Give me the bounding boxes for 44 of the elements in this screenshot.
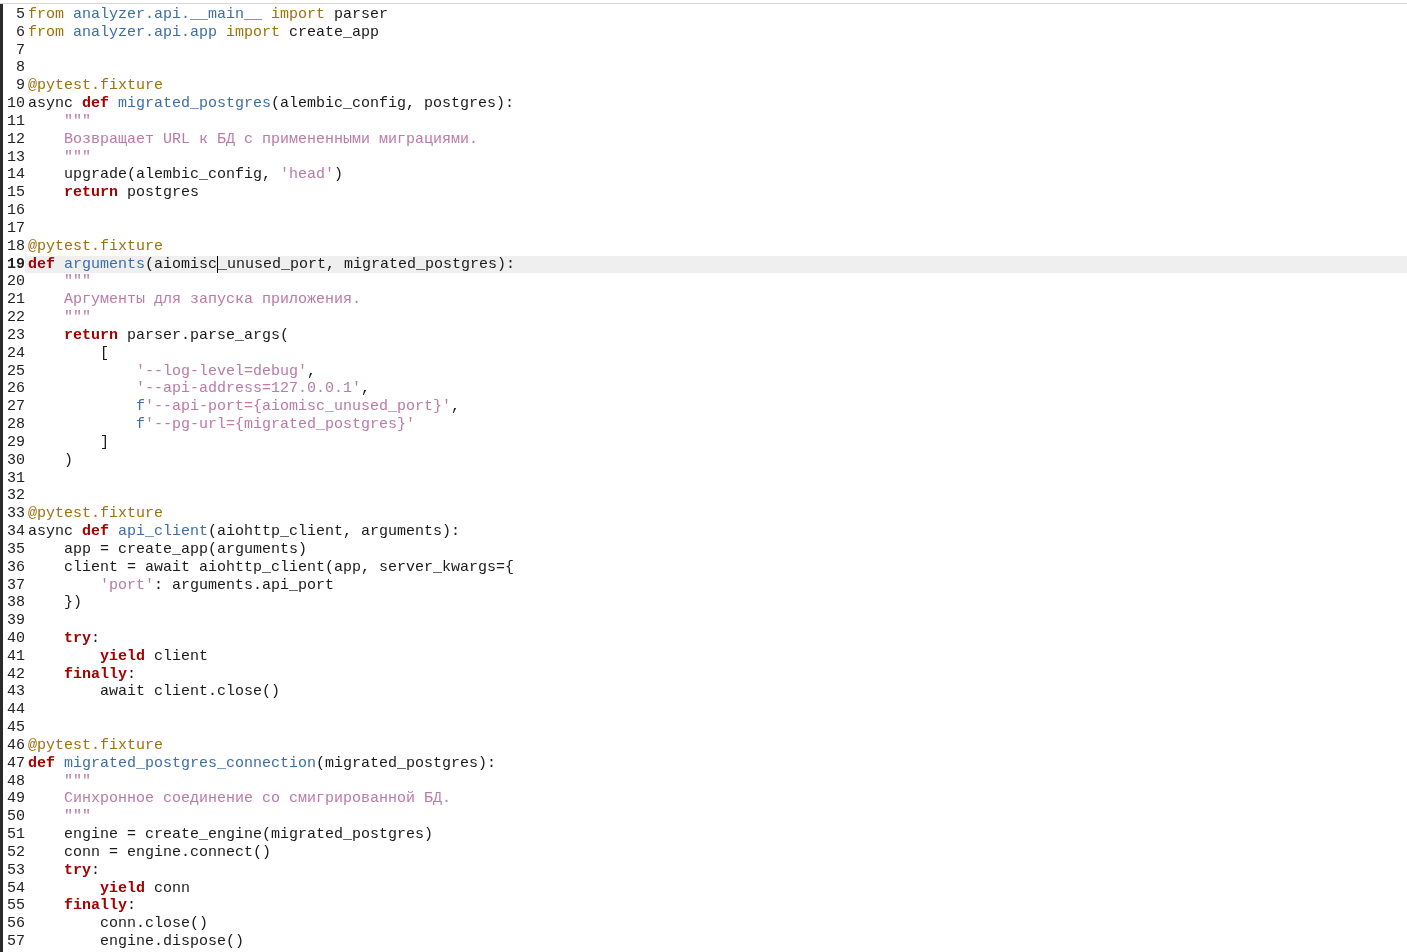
code-line: Аргументы для запуска приложения.: [63, 291, 362, 310]
code-line: f'--pg-url={migrated_postgres}': [135, 416, 416, 434]
code-line: finally:: [63, 897, 137, 916]
code-line: async def api_client(aiohttp_client, arguments):: [28, 523, 461, 541]
code-line: engine = create_engine(migrated_postgres): [63, 826, 434, 844]
code-line: return postgres: [63, 184, 200, 203]
code-line: """: [63, 772, 91, 791]
code-line: engine.dispose(): [99, 933, 245, 951]
code-line: ]: [99, 433, 109, 452]
code-line: 'port': arguments.api_port: [99, 576, 335, 595]
code-line: """: [63, 112, 91, 131]
code-line: ): [63, 451, 73, 470]
code-line: conn = engine.connect(): [63, 843, 272, 862]
code-line: """: [63, 148, 91, 167]
code-line: try:: [63, 630, 101, 648]
code-line: """: [63, 273, 91, 292]
code-line: @pytest.fixture: [28, 505, 164, 524]
code-line: @pytest.fixture: [28, 77, 164, 96]
code-line: '--log-level=debug',: [135, 362, 317, 381]
code-line: def arguments(aiomisc_unused_port, migrated_postgres):: [28, 255, 516, 274]
code-line: upgrade(alembic_config, 'head'): [63, 166, 344, 185]
code-line: [: [99, 344, 109, 363]
code-line: conn.close(): [99, 915, 209, 934]
code-line: """: [63, 309, 91, 327]
code-line: return parser.parse_args(: [63, 326, 290, 345]
code-line: """: [63, 808, 91, 827]
code-line: yield conn: [99, 879, 191, 898]
code-line: }): [63, 594, 82, 613]
code-line: yield client: [99, 647, 209, 666]
code-line: Возвращает URL к БД с примененными миграциями.: [63, 130, 479, 149]
code-line: finally:: [63, 665, 137, 684]
code-line: Синхронное соединение со смигрированной БД.: [63, 790, 452, 809]
code-line: app = create_app(arguments): [63, 540, 308, 559]
code-line: '--api-address=127.0.0.1',: [135, 380, 371, 399]
code-line: @pytest.fixture: [28, 736, 164, 755]
code-line: try:: [63, 861, 101, 880]
code-line: def migrated_postgres_connection(migrated_postgres):: [28, 754, 497, 773]
code-line: from analyzer.api.__main__ import parser: [28, 6, 389, 24]
code-line: await client.close(): [99, 683, 281, 702]
code-line: from analyzer.api.app import create_app: [28, 23, 380, 42]
code-line: f'--api-port={aiomisc_unused_port}',: [135, 398, 461, 417]
code-line: @pytest.fixture: [28, 237, 164, 256]
code-line: client = await aiohttp_client(app, server_kwargs={: [63, 558, 515, 577]
code-line: async def migrated_postgres(alembic_config, postgres):: [28, 95, 515, 113]
